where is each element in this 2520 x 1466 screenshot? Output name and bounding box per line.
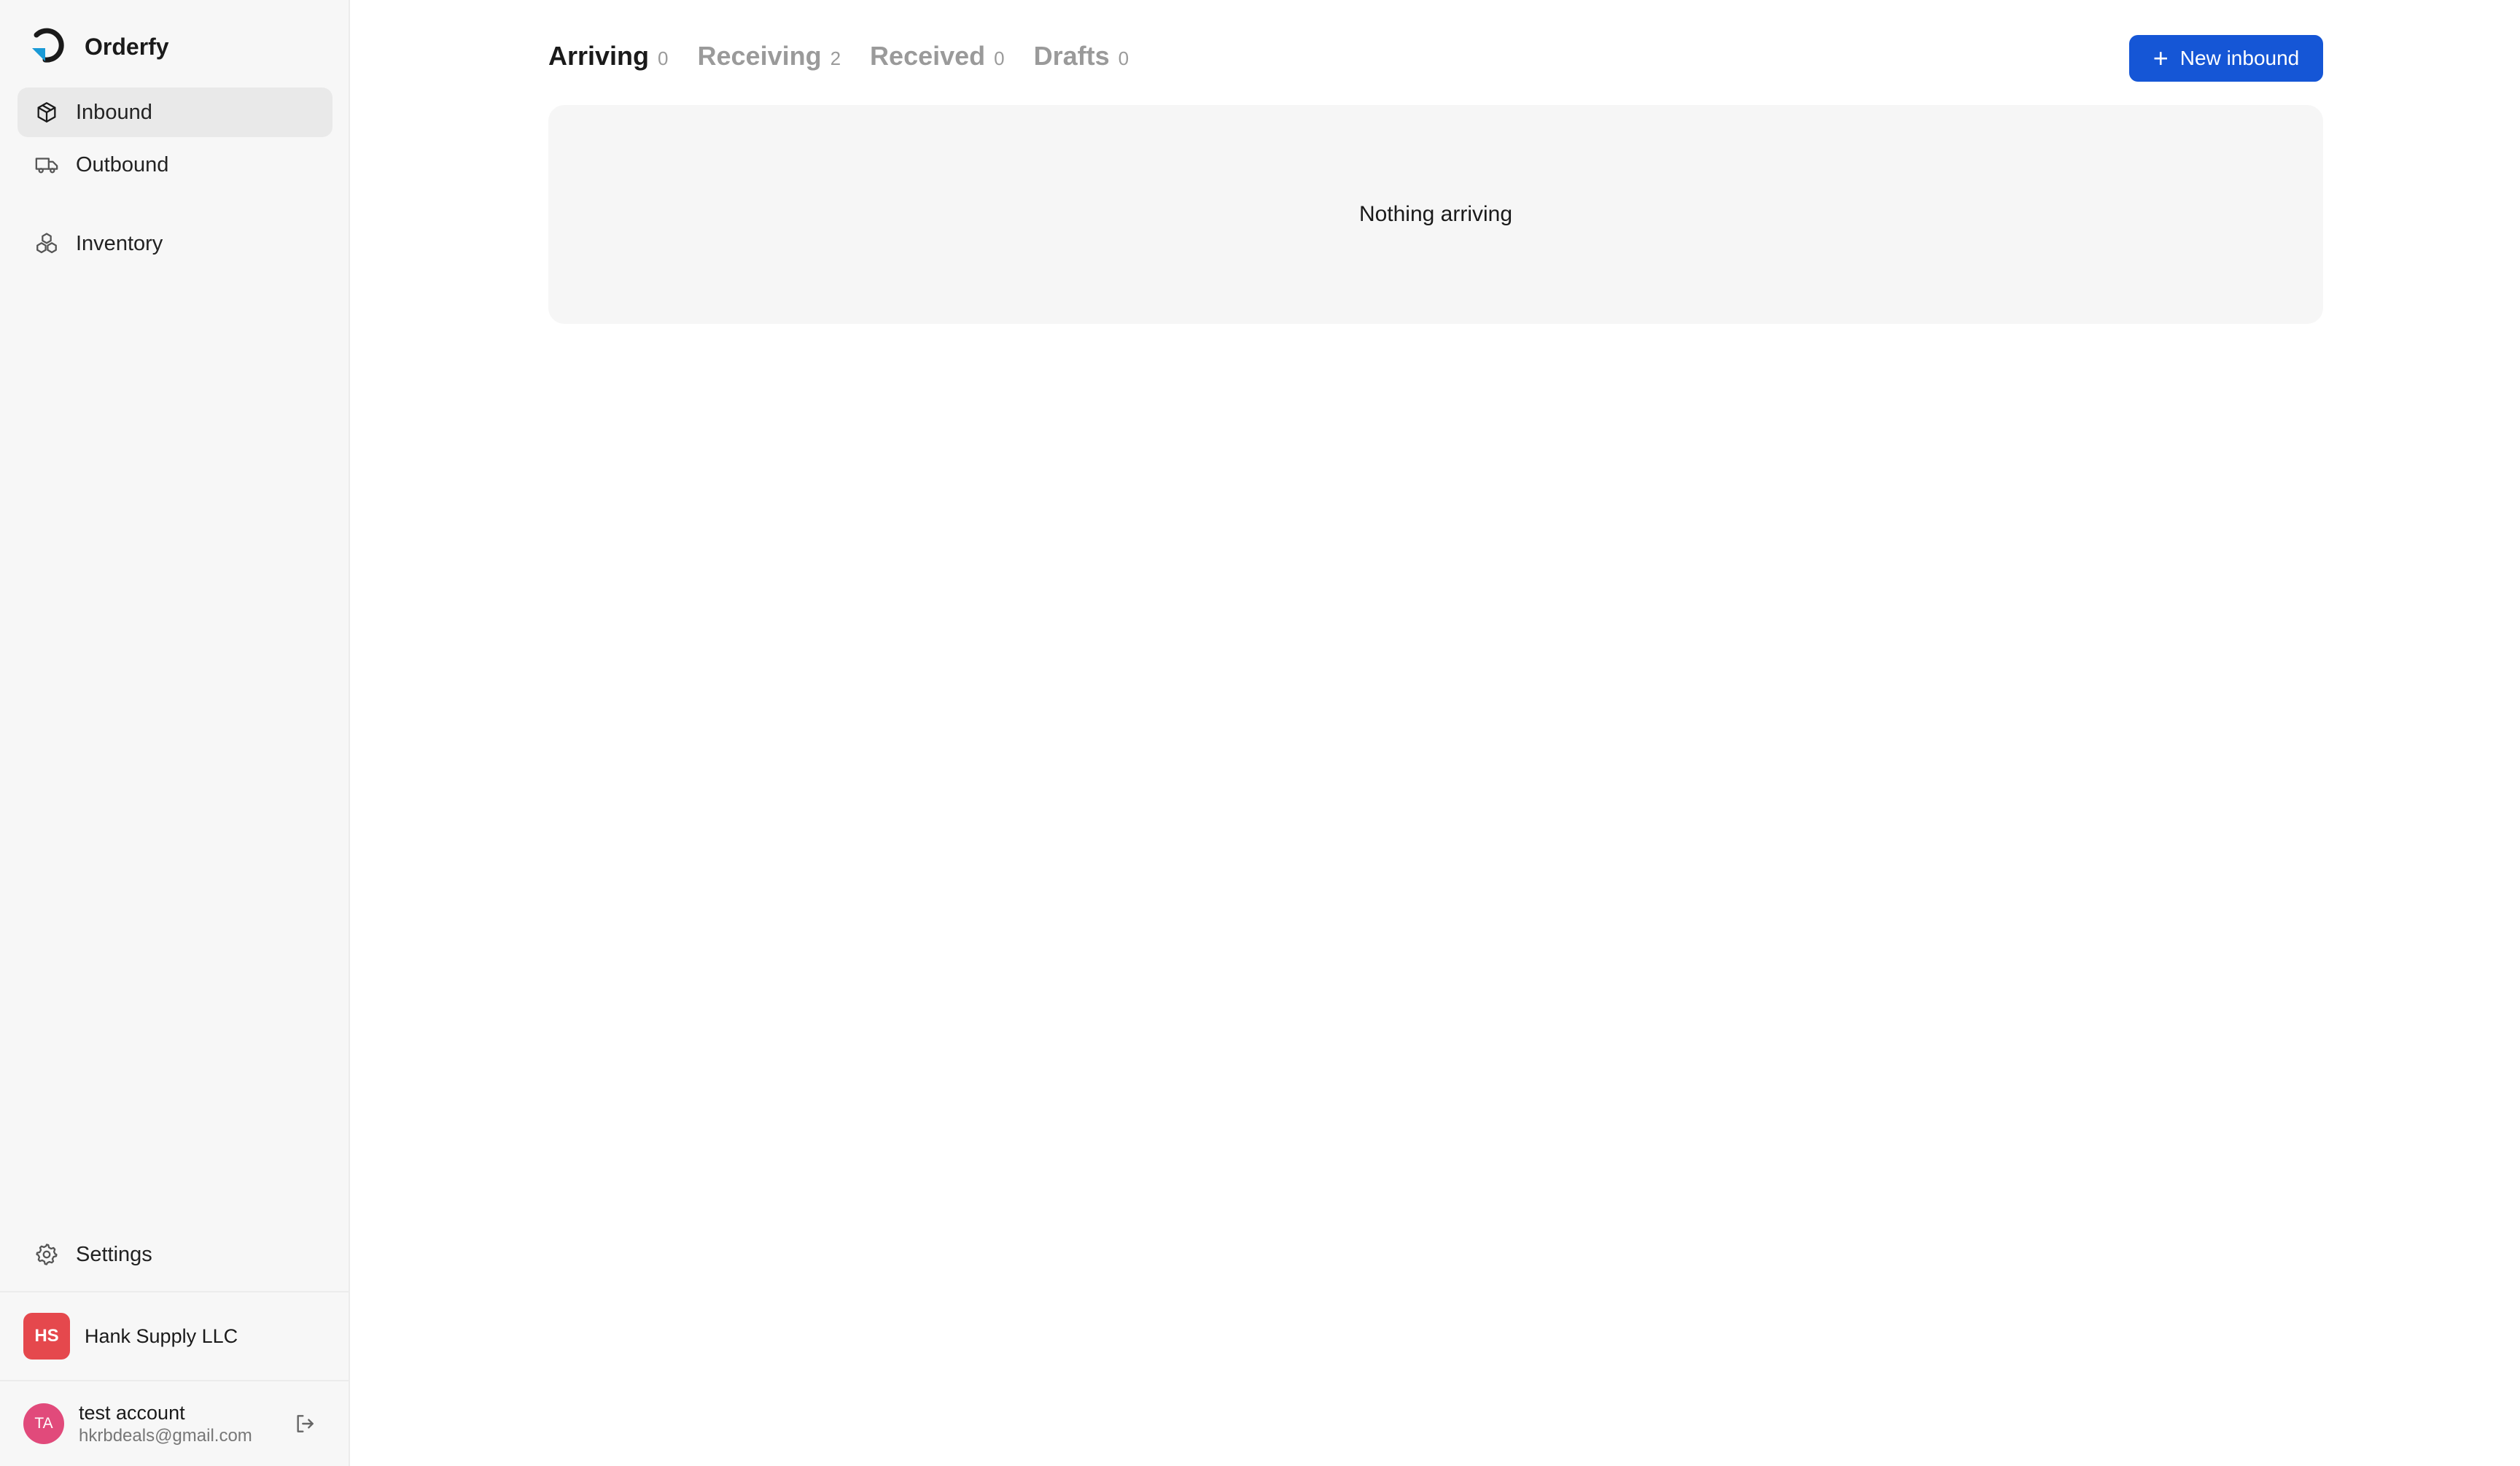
sidebar: Orderfy Inbound Outbound Inventory Setti… bbox=[0, 0, 350, 1466]
tab-count: 0 bbox=[994, 47, 1005, 69]
sidebar-item-label: Inventory bbox=[76, 231, 163, 255]
user-info: test account hkrbdeals@gmail.com bbox=[79, 1400, 252, 1447]
user-avatar: TA bbox=[23, 1403, 64, 1444]
sidebar-item-label: Settings bbox=[76, 1242, 152, 1266]
empty-state-panel: Nothing arriving bbox=[548, 105, 2323, 324]
tab-label: Drafts bbox=[1033, 41, 1110, 71]
tab-count: 0 bbox=[658, 47, 669, 69]
tab-label: Received bbox=[870, 41, 986, 71]
tab-count: 2 bbox=[830, 47, 841, 69]
tab-drafts[interactable]: Drafts 0 bbox=[1034, 41, 1129, 71]
brand[interactable]: Orderfy bbox=[26, 26, 169, 67]
new-inbound-button[interactable]: + New inbound bbox=[2129, 35, 2323, 82]
sidebar-item-settings[interactable]: Settings bbox=[18, 1230, 332, 1279]
tab-label: Arriving bbox=[548, 41, 650, 71]
package-icon bbox=[34, 99, 60, 125]
user-profile: TA test account hkrbdeals@gmail.com bbox=[0, 1380, 349, 1466]
organization-name: Hank Supply LLC bbox=[85, 1325, 238, 1347]
app-name: Orderfy bbox=[85, 33, 169, 60]
user-email: hkrbdeals@gmail.com bbox=[79, 1426, 252, 1446]
sidebar-item-outbound[interactable]: Outbound bbox=[18, 140, 332, 190]
sidebar-item-inventory[interactable]: Inventory bbox=[18, 219, 332, 268]
tab-label: Receiving bbox=[697, 41, 822, 71]
truck-icon bbox=[34, 152, 60, 178]
tab-receiving[interactable]: Receiving 2 bbox=[698, 41, 841, 71]
user-name: test account bbox=[79, 1402, 185, 1424]
boxes-icon bbox=[34, 230, 60, 257]
organization-avatar: HS bbox=[23, 1313, 70, 1360]
tab-received[interactable]: Received 0 bbox=[870, 41, 1005, 71]
sidebar-item-label: Inbound bbox=[76, 100, 152, 124]
logout-icon bbox=[297, 1415, 314, 1432]
tab-count: 0 bbox=[1118, 47, 1129, 69]
plus-icon: + bbox=[2152, 43, 2169, 73]
organization-switcher[interactable]: HS Hank Supply LLC bbox=[0, 1291, 349, 1380]
status-tabs: Arriving 0 Receiving 2 Received 0 Drafts… bbox=[548, 41, 1158, 76]
sidebar-item-inbound[interactable]: Inbound bbox=[18, 88, 332, 137]
new-inbound-label: New inbound bbox=[2179, 47, 2300, 69]
gear-icon bbox=[34, 1241, 60, 1268]
orderfy-logo-icon bbox=[32, 28, 64, 63]
empty-state-message: Nothing arriving bbox=[1358, 202, 1513, 226]
sidebar-item-label: Outbound bbox=[76, 152, 169, 177]
logout-button[interactable] bbox=[290, 1409, 319, 1438]
tab-arriving[interactable]: Arriving 0 bbox=[548, 41, 669, 71]
